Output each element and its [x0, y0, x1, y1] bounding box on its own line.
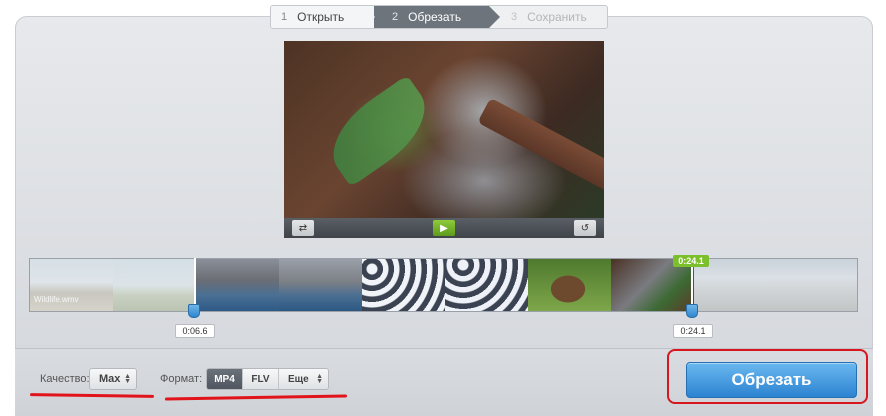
quality-select[interactable]: Max ▲ ▼ [89, 368, 137, 390]
play-icon: ▶ [440, 222, 448, 234]
step-cut[interactable]: 2 Обрезать [374, 6, 500, 28]
timeline-watermark: Wildlife.wmv [34, 295, 79, 304]
start-marker-line [194, 258, 196, 306]
play-button[interactable]: ▶ [433, 220, 455, 236]
end-time-label: 0:24.1 [673, 324, 713, 338]
loop-button[interactable]: ⇄ [292, 220, 314, 236]
format-more-label: Еще [288, 373, 309, 385]
step-save[interactable]: 3 Сохранить [489, 6, 607, 28]
format-mp4-button[interactable]: MP4 [207, 369, 243, 389]
loop-icon: ⇄ [298, 222, 308, 234]
start-time-label: 0:06.6 [175, 324, 215, 338]
quality-label: Качество: [40, 373, 90, 385]
timeline-strip[interactable]: Wildlife.wmv [29, 258, 858, 312]
format-label: Формат: [160, 373, 203, 385]
step-number: 3 [511, 11, 518, 23]
format-selector: MP4 FLV Еще ▲ ▼ [206, 368, 329, 390]
video-preview[interactable] [284, 41, 604, 218]
video-frame [284, 41, 604, 218]
end-time-flag: 0:24.1 [673, 255, 709, 267]
format-flv-button[interactable]: FLV [243, 369, 279, 389]
up-down-icon: ▲ ▼ [316, 373, 323, 385]
format-more-button[interactable]: Еще ▲ ▼ [279, 369, 328, 389]
step-label: Обрезать [408, 10, 462, 24]
player-controls: ⇄ ▶ ↺ [284, 218, 604, 238]
step-label: Открыть [297, 10, 345, 24]
step-label: Сохранить [527, 10, 587, 24]
up-down-icon: ▲ ▼ [124, 373, 131, 385]
reset-icon: ↺ [580, 222, 590, 234]
quality-value: Max [99, 373, 121, 385]
end-trim-handle[interactable] [686, 304, 698, 318]
wizard-steps: 1 Открыть 2 Обрезать 3 Сохранить [270, 5, 608, 29]
cut-button[interactable]: Обрезать [686, 362, 857, 398]
selected-range [196, 259, 694, 311]
start-trim-handle[interactable] [188, 304, 200, 318]
step-open[interactable]: 1 Открыть [271, 6, 375, 28]
trimmed-region-end [694, 259, 857, 311]
step-number: 1 [281, 11, 288, 23]
reset-button[interactable]: ↺ [574, 220, 596, 236]
step-number: 2 [392, 11, 399, 23]
